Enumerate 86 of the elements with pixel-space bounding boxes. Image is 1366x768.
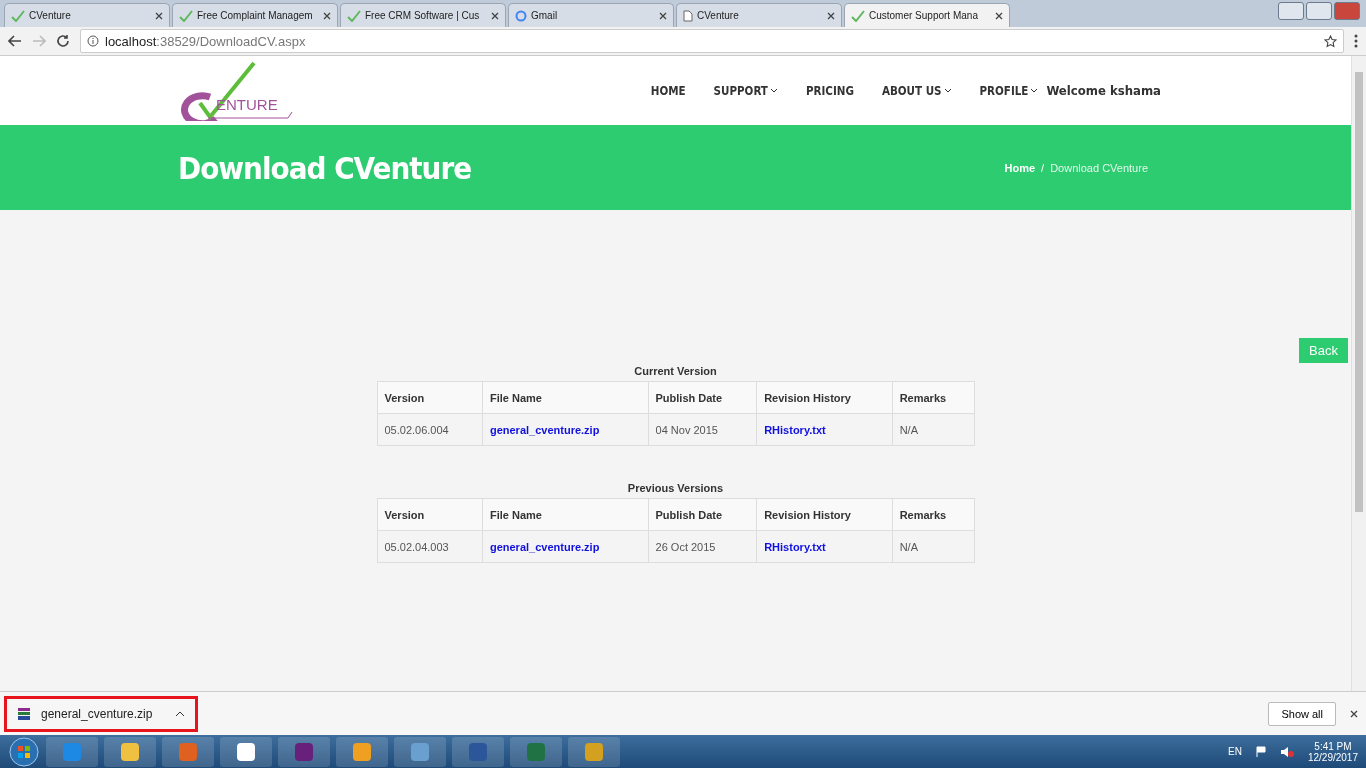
page-title: Download CVenture xyxy=(178,149,472,186)
close-icon[interactable] xyxy=(995,11,1003,20)
taskbar-app-button[interactable] xyxy=(278,736,330,767)
star-icon[interactable] xyxy=(1324,34,1337,48)
welcome-text: Welcome kshama xyxy=(1046,83,1161,98)
file-link[interactable]: general_cventure.zip xyxy=(489,540,600,553)
browser-tab[interactable]: Gmail xyxy=(508,3,674,27)
browser-tab[interactable]: CVenture xyxy=(4,3,170,27)
column-header: File Name xyxy=(482,498,649,531)
maximize-button[interactable] xyxy=(1306,2,1332,20)
app-icon xyxy=(351,740,373,763)
browser-tab[interactable]: Free CRM Software | Cus xyxy=(340,3,506,27)
table-caption: Previous Versions xyxy=(627,482,724,494)
taskbar-app-button[interactable] xyxy=(336,736,388,767)
breadcrumb-current: Download CVenture xyxy=(1050,161,1148,174)
caret-icon xyxy=(769,88,778,93)
browser-tab[interactable]: CVenture xyxy=(676,3,842,27)
flag-icon[interactable] xyxy=(1255,745,1266,758)
taskbar-app-button[interactable] xyxy=(568,736,620,767)
nav-link[interactable]: PRICING xyxy=(805,83,854,98)
app-icon xyxy=(177,740,199,763)
google-g-icon xyxy=(515,9,527,22)
close-icon[interactable] xyxy=(491,11,499,20)
browser-tab[interactable]: Customer Support Mana xyxy=(844,3,1010,27)
nav-link[interactable]: ABOUT US xyxy=(881,83,952,98)
app-icon xyxy=(293,740,315,763)
browser-tab[interactable]: Free Complaint Managem xyxy=(172,3,338,27)
column-header: Version xyxy=(377,498,483,531)
caret-icon xyxy=(1030,88,1039,93)
table-cell: N/A xyxy=(892,413,974,446)
table-cell: N/A xyxy=(892,530,974,563)
column-header: Revision History xyxy=(756,381,893,414)
address-field[interactable]: localhost:38529/DownloadCV.aspx xyxy=(80,29,1344,53)
app-icon xyxy=(583,740,605,763)
taskbar-app-button[interactable] xyxy=(104,736,156,767)
close-icon[interactable] xyxy=(323,11,331,20)
file-link[interactable]: RHistory.txt xyxy=(764,540,826,553)
close-icon[interactable] xyxy=(827,11,835,20)
column-header: Publish Date xyxy=(648,381,757,414)
scrollbar-thumb[interactable] xyxy=(1355,72,1363,512)
info-icon xyxy=(87,35,99,47)
table-cell: 04 Nov 2015 xyxy=(648,413,757,446)
clock[interactable]: 5:41 PM 12/29/2017 xyxy=(1307,740,1358,763)
close-icon[interactable] xyxy=(155,11,163,20)
reload-icon[interactable] xyxy=(56,34,70,48)
start-orb-icon[interactable] xyxy=(8,736,40,767)
checkmark-icon xyxy=(11,9,25,22)
close-icon[interactable] xyxy=(659,11,667,20)
download-item[interactable]: general_cventure.zip xyxy=(4,695,198,732)
caret-up-icon[interactable] xyxy=(175,710,185,717)
checkmark-icon xyxy=(179,9,193,22)
breadcrumb-separator: / xyxy=(1041,161,1045,174)
speaker-icon[interactable] xyxy=(1279,745,1294,758)
column-header: Version xyxy=(377,381,483,414)
column-header: Revision History xyxy=(756,498,893,531)
language-indicator[interactable]: EN xyxy=(1228,746,1242,757)
table-cell: 05.02.04.003 xyxy=(377,530,483,563)
menu-icon[interactable] xyxy=(1354,34,1358,48)
caret-icon xyxy=(943,88,952,93)
taskbar-app-button[interactable] xyxy=(220,736,272,767)
file-link[interactable]: RHistory.txt xyxy=(764,423,826,436)
table-cell: 26 Oct 2015 xyxy=(648,530,757,563)
column-header: Remarks xyxy=(892,498,974,531)
minimize-button[interactable] xyxy=(1278,2,1304,20)
app-icon xyxy=(467,740,489,763)
show-all-button[interactable]: Show all xyxy=(1268,701,1336,726)
back-arrow-icon[interactable] xyxy=(8,35,22,47)
column-header: Remarks xyxy=(892,381,974,414)
nav-link[interactable]: PROFILE xyxy=(979,83,1039,98)
table-cell: 05.02.06.004 xyxy=(377,413,483,446)
column-header: Publish Date xyxy=(648,498,757,531)
nav-link[interactable]: SUPPORT xyxy=(713,83,778,98)
archive-icon xyxy=(17,706,31,721)
checkmark-icon xyxy=(851,9,865,22)
checkmark-icon xyxy=(347,9,361,22)
app-icon xyxy=(409,740,431,763)
app-icon xyxy=(235,740,257,763)
file-link[interactable]: general_cventure.zip xyxy=(489,423,600,436)
column-header: File Name xyxy=(482,381,649,414)
app-icon xyxy=(119,740,141,763)
app-icon xyxy=(525,740,547,763)
app-icon xyxy=(61,740,83,763)
close-icon[interactable] xyxy=(1350,709,1358,718)
table-caption: Current Version xyxy=(634,365,717,377)
document-icon xyxy=(683,9,693,22)
nav-link[interactable]: HOME xyxy=(650,83,686,98)
